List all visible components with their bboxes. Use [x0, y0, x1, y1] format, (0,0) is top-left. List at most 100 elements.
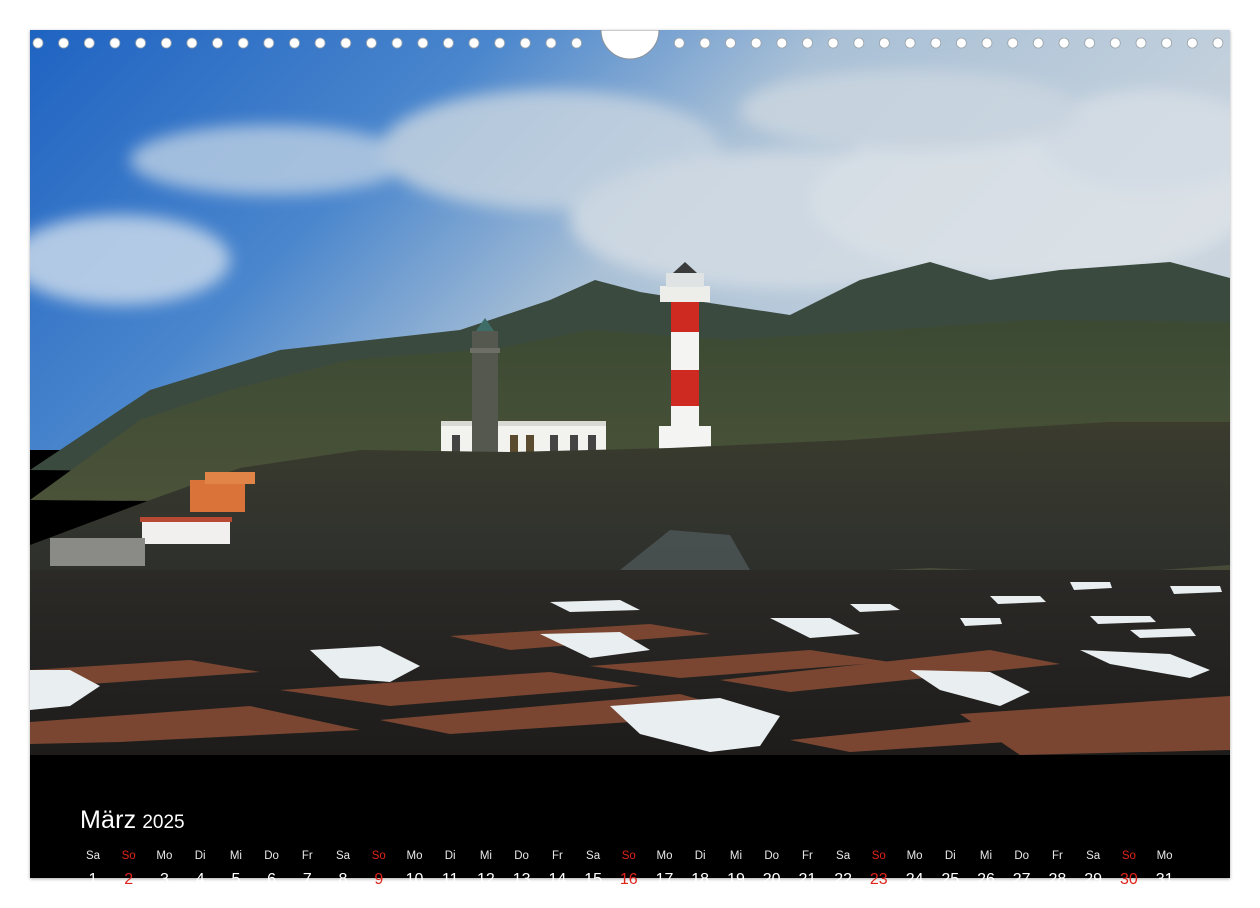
weekday-label: Mo: [1156, 850, 1173, 862]
binding-hole: [827, 37, 839, 49]
day-number: 19: [727, 871, 745, 888]
day-number: 15: [584, 871, 602, 888]
binding-hole: [1032, 37, 1044, 49]
binding-hole: [160, 37, 172, 49]
binding-hole: [83, 37, 95, 49]
day-number: 9: [374, 871, 384, 888]
weekday-label: Mo: [656, 850, 673, 862]
binding-hole: [32, 37, 44, 49]
binding-hole: [1135, 37, 1147, 49]
weekday-label: So: [1121, 850, 1136, 862]
binding-hole: [1212, 37, 1224, 49]
binding-hole: [494, 37, 506, 49]
binding-hole: [109, 37, 121, 49]
binding-hole: [1058, 37, 1070, 49]
weekday-label: Mo: [906, 850, 923, 862]
weekday-label: Di: [694, 850, 706, 862]
binding-hole: [750, 37, 762, 49]
weekday-label: So: [371, 850, 386, 862]
weekday-label: Mi: [729, 850, 743, 862]
day-number: 4: [195, 871, 205, 888]
day-number: 20: [762, 871, 781, 888]
day-number: 1: [88, 871, 98, 888]
day-number: 30: [1119, 871, 1138, 888]
weekday-label: Do: [1014, 850, 1030, 862]
weekday-label: Sa: [1086, 850, 1101, 862]
calendar-page: März 2025 Sa 1 So 2 Mo 3 Di 4 Mi 5 Do 6 Fr 7 Sa 8 So 9 Mo 10…: [30, 30, 1230, 888]
binding-hole: [468, 37, 480, 49]
binding-hole: [1084, 37, 1095, 49]
day-number: 18: [691, 871, 710, 888]
binding-hole: [135, 37, 146, 49]
weekday-label: Sa: [836, 850, 851, 862]
spiral-binding: [32, 30, 1224, 60]
binding-hole: [314, 37, 326, 49]
calendar-strip: März 2025 Sa 1 So 2 Mo 3 Di 4 Mi 5 Do 6 Fr 7 Sa 8 So 9 Mo 10…: [30, 755, 1230, 888]
binding-hole: [699, 37, 711, 49]
binding-hole: [981, 37, 993, 49]
weekday-label: Fr: [1051, 850, 1063, 862]
binding-hole: [802, 37, 813, 49]
day-number: 25: [941, 871, 960, 888]
day-number: 23: [869, 871, 888, 888]
binding-hole: [186, 37, 198, 49]
weekday-label: Mo: [406, 850, 423, 862]
day-number: 11: [441, 871, 459, 888]
binding-hole: [725, 37, 736, 49]
binding-hole: [365, 37, 377, 49]
binding-hole: [519, 37, 531, 49]
weekday-label: Mo: [156, 850, 173, 862]
weekday-label: So: [121, 850, 136, 862]
binding-hole: [1186, 37, 1198, 49]
binding-hole: [212, 37, 223, 49]
binding-hole: [776, 37, 788, 49]
weekday-label: Fr: [801, 850, 813, 862]
day-number: 5: [231, 871, 241, 888]
binding-hole: [263, 37, 275, 49]
weekday-label: Do: [264, 850, 279, 862]
weekday-label: So: [621, 850, 636, 862]
calendar-title: März 2025: [80, 808, 185, 833]
weekday-label: Fr: [551, 850, 563, 862]
day-number: 22: [834, 871, 852, 888]
binding-hole: [904, 37, 916, 49]
day-number: 6: [267, 871, 277, 888]
day-number: 16: [619, 871, 638, 888]
weekday-label: Di: [944, 850, 956, 862]
day-number: 26: [977, 871, 995, 888]
day-number: 27: [1012, 871, 1031, 888]
weekday-label: Fr: [301, 850, 313, 862]
weekday-label: Di: [444, 850, 456, 862]
weekday-label: So: [871, 850, 886, 862]
day-number: 29: [1084, 871, 1103, 888]
binding-hole: [237, 37, 249, 49]
month-label: März: [80, 806, 137, 834]
binding-hole: [1161, 37, 1172, 49]
day-number: 12: [476, 871, 495, 888]
binding-hole: [571, 37, 582, 49]
weekday-label: Sa: [335, 850, 351, 862]
calendar-photo: [30, 30, 1230, 755]
day-number: 17: [655, 871, 674, 888]
day-number: 28: [1048, 871, 1067, 888]
binding-hole: [442, 37, 454, 49]
day-number: 24: [905, 871, 924, 888]
day-number: 3: [159, 871, 169, 888]
day-number: 2: [124, 871, 134, 888]
binding-hole: [58, 37, 69, 49]
binding-hole: [340, 37, 352, 49]
day-number: 8: [338, 871, 348, 888]
binding-hole: [853, 37, 865, 49]
weekday-label: Mi: [229, 850, 242, 862]
day-number: 13: [512, 871, 531, 888]
binding-hole: [417, 37, 429, 49]
day-number: 10: [405, 871, 424, 888]
binding-hole: [1109, 37, 1121, 49]
day-number: 31: [1155, 871, 1174, 888]
binding-hole: [956, 37, 967, 49]
binding-hole: [289, 37, 300, 49]
weekday-label: Sa: [586, 850, 601, 862]
binding-hole: [391, 37, 403, 49]
weekday-label: Di: [194, 850, 206, 862]
day-number: 14: [548, 871, 567, 888]
